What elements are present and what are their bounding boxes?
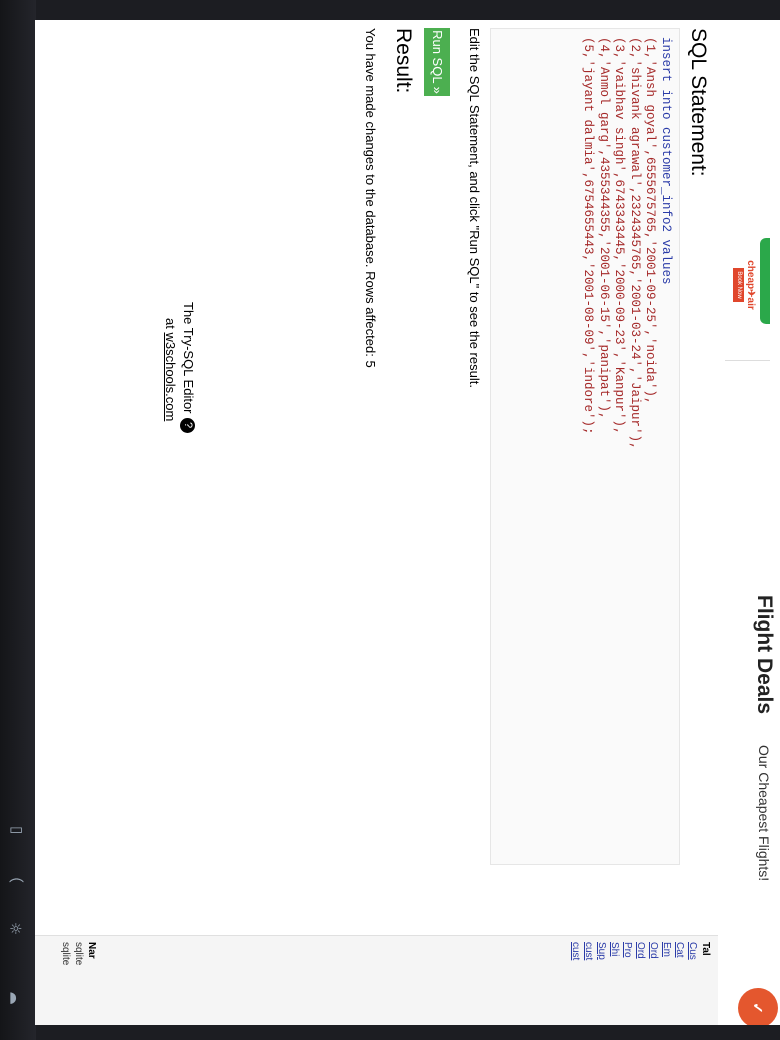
advertisement[interactable]: cheap✈air Book Now [725,210,770,361]
table-link[interactable]: Shi [608,942,621,960]
footer-credit: at w3schools.com [163,318,178,421]
result-message: You have made changes to the database. R… [363,28,378,368]
database-sidebar: Tal Cus Cat Em Ord Ord Pro Shi Sup cust … [35,935,718,1025]
result-heading: Result: [392,28,415,94]
wifi-icon[interactable]: ⌒ [9,875,24,896]
system-tables-list: Nar sqlite sqlite [59,942,98,965]
top-ad-banner: cheap✈air Book Now Flight Deals Our Chea… [718,20,780,1025]
table-link[interactable]: Em [660,942,673,960]
table-link[interactable]: Cus [686,942,699,960]
instructions-text: Edit the SQL Statement, and click "Run S… [467,28,482,388]
ad-title: Flight Deals [753,595,776,715]
brightness-icon[interactable]: ☼ [9,920,22,938]
footer-title-text: The Try-SQL Editor [181,302,196,414]
plane-graphic [760,238,770,324]
w3schools-link[interactable]: w3schools.com [163,332,178,421]
battery-icon[interactable]: ▭ [9,820,23,838]
tables-heading: Tal [700,942,711,956]
table-link[interactable]: Ord [634,942,647,960]
table-link[interactable]: cust [569,942,582,960]
table-link[interactable]: Sup [595,942,608,960]
ad-badge-icon[interactable]: ✓ [738,988,778,1025]
system-table-item: sqlite [60,942,71,966]
table-link[interactable]: cust [582,942,595,960]
table-link[interactable]: Pro [621,942,634,960]
ad-brand-logo: cheap✈air [745,260,756,310]
system-tray: ▭ ⌒ ☼ ◗ [0,820,36,1020]
sql-editor[interactable]: insert into customer_info2 values (1,'An… [490,28,680,865]
editor-panel: SQL Statement: insert into customer_info… [35,20,718,935]
table-link[interactable]: Ord [647,942,660,960]
code-line: insert into customer_info2 values [659,37,673,285]
code-line: (4,'Anmol garg',4355344355,'2001-06-15',… [597,37,611,420]
footer-title: The Try-SQL Editor? [179,302,196,433]
sql-statement-heading: SQL Statement: [687,28,710,177]
volume-icon[interactable]: ◗ [9,988,17,1006]
ad-subtitle: Our Cheapest Flights! [756,745,772,882]
code-line: (3,'vaibhav singh',6743343445,'2000-09-2… [612,37,627,435]
footer-prefix: at [163,318,178,333]
book-now-button[interactable]: Book Now [733,268,744,302]
system-table-item: sqlite [73,942,84,966]
sql-code[interactable]: insert into customer_info2 values (1,'An… [580,37,674,450]
help-icon[interactable]: ? [179,417,195,433]
name-heading: Nar [86,942,97,959]
code-line: (1,'Ansh goyal',6555675765,'2001-09-25',… [643,37,658,405]
table-link[interactable]: Cat [673,942,686,960]
run-sql-button[interactable]: Run SQL » [424,28,450,96]
tables-list: Tal Cus Cat Em Ord Ord Pro Shi Sup cust … [569,942,712,960]
code-line: (5,'jayant dalmia',6754655443,'2001-08-0… [581,37,596,435]
code-line: (2,'shivank agrawal',2324345765,'2001-03… [628,37,642,450]
browser-viewport: cheap✈air Book Now Flight Deals Our Chea… [35,20,780,1025]
